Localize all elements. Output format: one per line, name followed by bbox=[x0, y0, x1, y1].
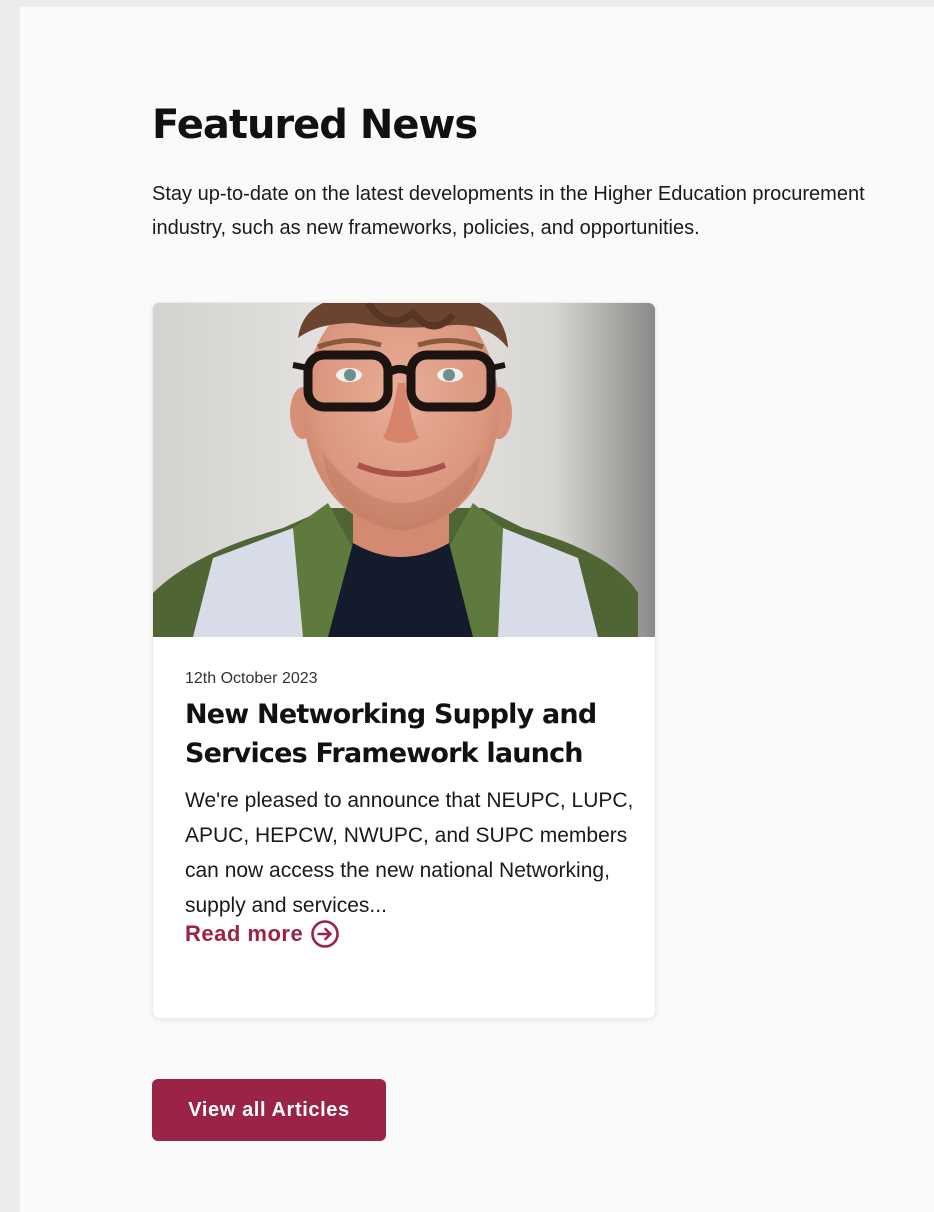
page: Featured News Stay up-to-date on the lat… bbox=[20, 7, 934, 1212]
article-image[interactable] bbox=[153, 303, 655, 637]
article-excerpt: We're pleased to announce that NEUPC, LU… bbox=[185, 789, 634, 917]
portrait-illustration bbox=[153, 303, 655, 637]
section-title: Featured News bbox=[152, 102, 478, 148]
article-date: 12th October 2023 bbox=[185, 670, 318, 687]
arrow-right-circle-icon bbox=[311, 920, 340, 948]
section-intro: Stay up-to-date on the latest developmen… bbox=[152, 183, 865, 239]
view-all-articles-button[interactable]: View all Articles bbox=[152, 1079, 386, 1141]
article-title[interactable]: New Networking Supply and Services Frame… bbox=[185, 695, 635, 773]
read-more-link[interactable]: Read more bbox=[185, 919, 340, 949]
read-more-label: Read more bbox=[185, 921, 304, 946]
news-card[interactable]: 12th October 2023 New Networking Supply … bbox=[152, 302, 656, 1019]
